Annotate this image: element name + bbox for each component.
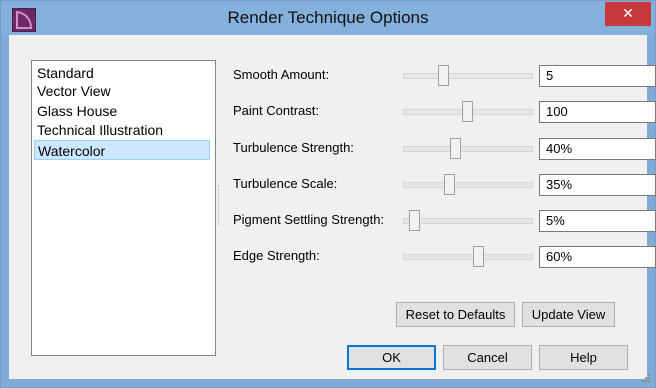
dialog-client-area: Standard Vector View Glass House Technic…	[9, 35, 656, 379]
close-icon: ✕	[622, 6, 634, 22]
dialog-window: Render Technique Options ✕ Standard Vect…	[0, 0, 656, 388]
technique-item-vector-view[interactable]: Vector View	[34, 81, 210, 101]
help-button[interactable]: Help	[539, 345, 628, 370]
smooth-amount-label: Smooth Amount:	[233, 67, 330, 82]
pigment-settling-strength-field[interactable]: 5%	[539, 210, 656, 232]
turbulence-strength-field[interactable]: 40%	[539, 138, 656, 160]
edge-strength-slider-thumb[interactable]	[473, 246, 485, 267]
turbulence-strength-slider-thumb[interactable]	[449, 138, 461, 159]
paint-contrast-label: Paint Contrast:	[233, 103, 319, 118]
turbulence-scale-slider-thumb[interactable]	[443, 174, 455, 195]
smooth-amount-field[interactable]: 5	[539, 65, 656, 87]
pigment-settling-strength-label: Pigment Settling Strength:	[233, 212, 385, 227]
pigment-settling-strength-slider[interactable]	[403, 218, 533, 224]
edge-strength-slider[interactable]	[403, 254, 533, 260]
ok-button[interactable]: OK	[347, 345, 436, 370]
edge-strength-label: Edge Strength:	[233, 248, 320, 263]
edge-strength-field[interactable]: 60%	[539, 246, 656, 268]
paint-contrast-field[interactable]: 100	[539, 101, 656, 123]
turbulence-scale-slider[interactable]	[403, 182, 533, 188]
reset-to-defaults-button[interactable]: Reset to Defaults	[396, 302, 515, 327]
dialog-title: Render Technique Options	[227, 8, 429, 27]
technique-item-glass-house[interactable]: Glass House	[34, 101, 210, 121]
turbulence-scale-field[interactable]: 35%	[539, 174, 656, 196]
update-view-button[interactable]: Update View	[522, 302, 615, 327]
turbulence-strength-slider[interactable]	[403, 146, 533, 152]
turbulence-strength-label: Turbulence Strength:	[233, 140, 354, 155]
smooth-amount-slider[interactable]	[403, 73, 533, 79]
cancel-button[interactable]: Cancel	[443, 345, 532, 370]
resize-grip-icon[interactable]	[641, 373, 651, 383]
smooth-amount-slider-thumb[interactable]	[438, 65, 450, 86]
technique-item-watercolor[interactable]: Watercolor	[34, 140, 210, 160]
technique-item-technical-illustration[interactable]: Technical Illustration	[34, 120, 210, 140]
turbulence-scale-label: Turbulence Scale:	[233, 176, 338, 191]
technique-item-standard[interactable]: Standard	[34, 63, 210, 83]
splitter-grip[interactable]	[218, 185, 220, 225]
technique-list[interactable]: Standard Vector View Glass House Technic…	[31, 60, 216, 356]
title-bar[interactable]: Render Technique Options ✕	[1, 1, 655, 35]
close-button[interactable]: ✕	[605, 2, 651, 26]
paint-contrast-slider-thumb[interactable]	[461, 101, 473, 122]
pigment-settling-strength-slider-thumb[interactable]	[408, 210, 420, 231]
